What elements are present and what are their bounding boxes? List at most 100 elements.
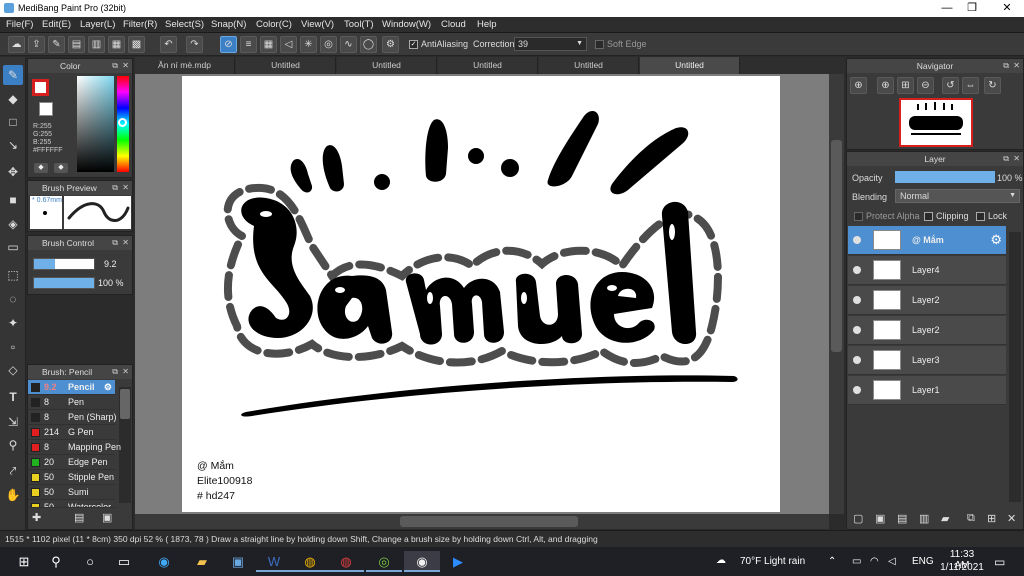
tab-untitled[interactable]: Untitled <box>539 57 639 74</box>
word-icon[interactable]: W <box>256 551 292 572</box>
brush-tool-icon[interactable]: ✎ <box>3 65 23 85</box>
protect-alpha-checkbox[interactable] <box>854 212 863 221</box>
app-icon[interactable]: ◎ <box>366 551 402 572</box>
maximize-button[interactable]: ❐ <box>957 0 987 17</box>
clock-date[interactable]: 1/11/2021 <box>940 562 984 573</box>
primary-color-swatch[interactable] <box>32 79 49 96</box>
new-layer-icon[interactable]: ▢ <box>853 512 863 525</box>
brush-item[interactable]: 214 G Pen <box>28 425 115 440</box>
share-icon[interactable]: ⇪ <box>28 36 45 53</box>
hand-tool-icon[interactable]: ✋ <box>3 485 23 505</box>
float-icon[interactable]: ⧉ <box>112 181 118 195</box>
tab-untitled-active[interactable]: Untitled <box>640 57 740 74</box>
text-tool-icon[interactable]: T <box>3 387 23 407</box>
brush-item[interactable]: 8 Pen (Sharp) <box>28 410 117 425</box>
navigator-thumbnail[interactable] <box>899 98 973 147</box>
brush-settings-gear-icon[interactable]: ⚙ <box>104 380 112 395</box>
visibility-eye-icon[interactable] <box>853 326 861 334</box>
grid-icon[interactable]: ▦ <box>108 36 125 53</box>
visibility-eye-icon[interactable] <box>853 356 861 364</box>
new-8bit-layer-icon[interactable]: ▤ <box>897 512 907 525</box>
cloud-icon[interactable]: ☁ <box>8 36 25 53</box>
blending-select[interactable]: Normal ▼ <box>895 189 1020 203</box>
brush-size-slider[interactable] <box>33 258 95 270</box>
brush-opacity-slider[interactable] <box>33 277 95 289</box>
float-icon[interactable]: ⧉ <box>1003 152 1009 166</box>
chrome-icon[interactable]: ◍ <box>328 551 364 572</box>
hue-slider[interactable] <box>117 76 129 172</box>
layer-row[interactable]: Layer2 <box>848 286 1006 315</box>
search-icon[interactable]: ⚲ <box>38 551 74 572</box>
cross-snap-icon[interactable]: ▦ <box>260 36 277 53</box>
brush-settings-icon[interactable]: ▣ <box>102 511 116 525</box>
delete-layer-icon[interactable]: ✕ <box>1007 512 1016 525</box>
brush-item[interactable]: 9.2 Pencil ⚙ <box>28 380 115 395</box>
close-panel-icon[interactable]: ✕ <box>1013 152 1020 166</box>
brush-menu-icon[interactable]: ▤ <box>74 511 88 525</box>
float-icon[interactable]: ⧉ <box>112 59 118 73</box>
brush-item[interactable]: 50 Sumi <box>28 485 115 500</box>
close-panel-icon[interactable]: ✕ <box>122 59 129 73</box>
merge-layer-icon[interactable]: ⊞ <box>987 512 996 525</box>
redo-icon[interactable]: ↷ <box>186 36 203 53</box>
line-tool-icon[interactable]: ↘ <box>3 135 23 155</box>
select-eraser-icon[interactable]: ◇ <box>3 360 23 380</box>
palette-icon[interactable]: ◆ <box>54 163 68 173</box>
soft-edge-checkbox[interactable] <box>595 40 604 49</box>
brush-item[interactable]: 50 Watercolor <box>28 500 115 508</box>
menu-window[interactable]: Window(W) <box>382 19 431 30</box>
lock-checkbox[interactable] <box>976 212 985 221</box>
lasso-tool-icon[interactable]: ◌ <box>3 289 23 309</box>
zoom-out-icon[interactable]: ⊖ <box>917 77 934 94</box>
tab-untitled[interactable]: Untitled <box>438 57 538 74</box>
rotate-right-icon[interactable]: ↻ <box>984 77 1001 94</box>
file-explorer-icon[interactable]: ▰ <box>184 551 220 572</box>
visibility-eye-icon[interactable] <box>853 236 861 244</box>
menu-color[interactable]: Color(C) <box>256 19 292 30</box>
zoom-app-icon[interactable]: ▶ <box>440 551 476 572</box>
menu-layer[interactable]: Layer(L) <box>80 19 115 30</box>
layer-settings-gear-icon[interactable]: ⚙ <box>990 232 1002 248</box>
folder-icon[interactable]: ▰ <box>941 512 949 525</box>
tab-document[interactable]: Ăn ní mè.mdp <box>135 57 235 74</box>
clipping-checkbox[interactable] <box>924 212 933 221</box>
float-icon[interactable]: ⧉ <box>112 236 118 250</box>
horizontal-scroll-thumb[interactable] <box>400 516 578 527</box>
close-panel-icon[interactable]: ✕ <box>122 181 129 195</box>
fill-rect-tool-icon[interactable]: ■ <box>3 190 23 210</box>
layer-row[interactable]: Layer3 <box>848 346 1006 375</box>
eraser-tool-icon[interactable]: ◆ <box>3 89 23 109</box>
tab-untitled[interactable]: Untitled <box>236 57 336 74</box>
visibility-eye-icon[interactable] <box>853 296 861 304</box>
message-icon[interactable]: ▤ <box>68 36 85 53</box>
chevron-up-icon[interactable]: ⌃ <box>828 556 836 567</box>
select-pen-icon[interactable]: ▫ <box>3 337 23 357</box>
network-icon[interactable]: ▭ <box>852 556 861 567</box>
edge-icon[interactable]: ◉ <box>146 551 182 572</box>
menu-tool[interactable]: Tool(T) <box>344 19 374 30</box>
comment-icon[interactable]: ✎ <box>48 36 65 53</box>
close-panel-icon[interactable]: ✕ <box>122 236 129 250</box>
saturation-value-picker[interactable] <box>77 76 114 172</box>
curve-snap-icon[interactable]: ∿ <box>340 36 357 53</box>
volume-icon[interactable]: ◁ <box>888 556 896 567</box>
undo-icon[interactable]: ↶ <box>160 36 177 53</box>
rotate-left-icon[interactable]: ↺ <box>942 77 959 94</box>
shape-tool-icon[interactable]: □ <box>3 112 23 132</box>
add-brush-icon[interactable]: ✚ <box>32 511 46 525</box>
menu-file[interactable]: File(F) <box>6 19 33 30</box>
secondary-color-swatch[interactable] <box>39 102 53 116</box>
vanish-snap-icon[interactable]: ◁ <box>280 36 297 53</box>
medibang-icon[interactable]: ◉ <box>404 551 440 572</box>
bucket-tool-icon[interactable]: ◈ <box>3 214 23 234</box>
tiles-icon[interactable]: ▩ <box>128 36 145 53</box>
tab-untitled[interactable]: Untitled <box>337 57 437 74</box>
blur-tool-icon[interactable]: ⚲ <box>3 435 23 455</box>
layer-row[interactable]: Layer4 <box>848 256 1006 285</box>
antialiasing-checkbox[interactable]: ✓ <box>409 40 418 49</box>
cortana-icon[interactable]: ○ <box>72 551 108 572</box>
task-view-icon[interactable]: ▭ <box>106 551 142 572</box>
correction-select[interactable]: 39 ▼ <box>514 37 587 51</box>
float-icon[interactable]: ⧉ <box>112 365 118 379</box>
notification-icon[interactable]: ▭ <box>994 555 1005 569</box>
